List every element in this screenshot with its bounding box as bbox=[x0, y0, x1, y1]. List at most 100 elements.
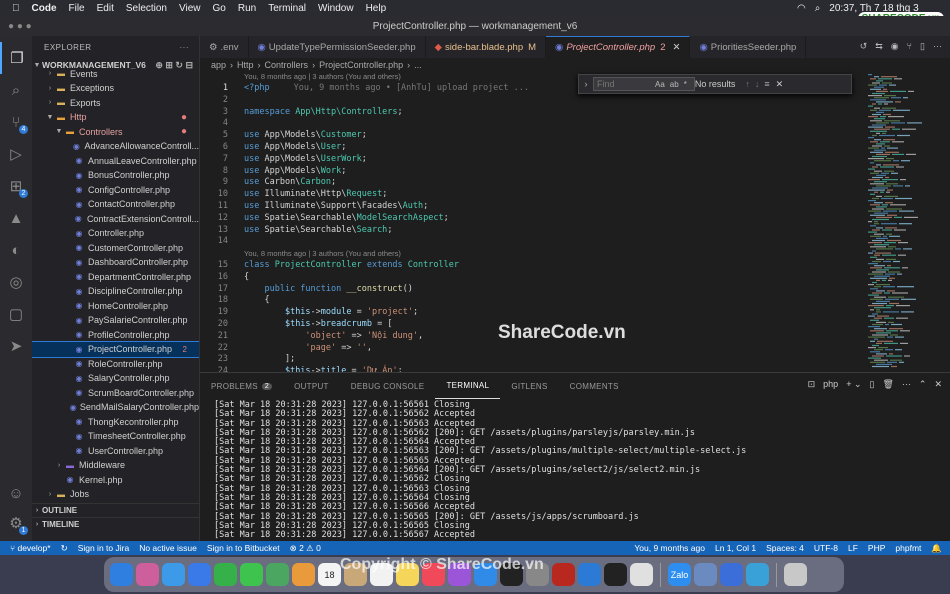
menu-run[interactable]: Run bbox=[238, 3, 256, 14]
blame-class-hint[interactable]: You, 8 months ago | 3 authors (You and o… bbox=[244, 249, 401, 258]
code-line[interactable]: public function __construct() bbox=[244, 284, 412, 294]
close-panel-icon[interactable]: ✕ bbox=[934, 379, 942, 390]
cursor-position[interactable]: Ln 1, Col 1 bbox=[715, 543, 756, 553]
folder-item[interactable]: ▼ ▬ Controllers ● bbox=[32, 125, 199, 140]
breadcrumb-item[interactable]: ProjectController.php bbox=[319, 60, 403, 70]
account-icon[interactable]: ☺ bbox=[0, 477, 32, 509]
menu-selection[interactable]: Selection bbox=[126, 3, 167, 14]
code-line[interactable]: use App\Models\Customer; bbox=[244, 130, 367, 140]
trash-icon[interactable] bbox=[784, 563, 807, 586]
more-actions-icon[interactable]: ··· bbox=[180, 43, 190, 52]
history-icon[interactable]: ↺ bbox=[860, 41, 868, 52]
app-menu-code[interactable]: Code bbox=[32, 3, 57, 14]
code-line[interactable]: namespace App\Http\Controllers; bbox=[244, 107, 403, 117]
minimap[interactable] bbox=[866, 72, 942, 372]
split-terminal-icon[interactable]: ▯ bbox=[870, 379, 875, 390]
chrome-icon[interactable] bbox=[630, 563, 653, 586]
formatter-status[interactable]: phpfmt bbox=[895, 543, 921, 553]
editor-tab[interactable]: ⚙ .env bbox=[200, 36, 249, 58]
language-status[interactable]: PHP bbox=[868, 543, 885, 553]
panel-tab-comments[interactable]: COMMENTS bbox=[559, 373, 630, 399]
more-actions-icon[interactable]: ··· bbox=[902, 379, 911, 390]
manage-gear-icon[interactable]: ⚙ 1 bbox=[0, 507, 32, 539]
issue-status[interactable]: No active issue bbox=[139, 543, 197, 553]
source-control-icon[interactable]: ⑂ 4 bbox=[0, 106, 32, 138]
folder-item[interactable]: › ▬ Exports bbox=[32, 96, 199, 111]
folder-item[interactable]: › ▬ Events bbox=[32, 67, 199, 82]
safari-icon[interactable] bbox=[162, 563, 185, 586]
git-branch-icon[interactable]: ⑂ bbox=[907, 41, 912, 52]
filezilla-icon[interactable] bbox=[552, 563, 575, 586]
encoding-status[interactable]: UTF-8 bbox=[814, 543, 838, 553]
match-case-icon[interactable]: Aa bbox=[655, 80, 665, 89]
file-item[interactable]: ◉ DepartmentController.php bbox=[32, 270, 199, 285]
preview-icon[interactable] bbox=[694, 563, 717, 586]
wifi-icon[interactable]: ◠ bbox=[797, 3, 806, 14]
editor-tab[interactable]: ◆ side-bar.blade.php M bbox=[426, 36, 547, 58]
menu-help[interactable]: Help bbox=[366, 3, 387, 14]
jira-status[interactable]: Sign in to Jira bbox=[78, 543, 130, 553]
close-tab-icon[interactable]: ✕ bbox=[673, 42, 681, 53]
apple-icon[interactable]:  bbox=[12, 3, 20, 14]
code-line[interactable]: $this->breadcrumb = [ bbox=[244, 319, 393, 329]
explorer-icon[interactable]: ❐ bbox=[0, 42, 32, 74]
file-item[interactable]: ◉ ConfigController.php bbox=[32, 183, 199, 198]
file-item[interactable]: ◉ RoleController.php bbox=[32, 357, 199, 372]
code-line[interactable]: use Spatie\Searchable\ModelSearchAspect; bbox=[244, 213, 449, 223]
more-actions-icon[interactable]: ··· bbox=[933, 41, 942, 52]
editor-tab[interactable]: ◉ UpdateTypePermissionSeeder.php bbox=[249, 36, 426, 58]
code-line[interactable]: use App\Models\UserWork; bbox=[244, 154, 367, 164]
close-icon[interactable]: ✕ bbox=[776, 79, 784, 90]
chevron-right-icon[interactable]: › bbox=[579, 79, 593, 89]
arrow-up-icon[interactable]: ↑ bbox=[745, 79, 750, 89]
file-item[interactable]: ◉ AnnualLeaveController.php bbox=[32, 154, 199, 169]
find-in-selection-icon[interactable]: ≡ bbox=[764, 79, 769, 89]
code-line[interactable]: use App\Models\User; bbox=[244, 142, 346, 152]
terminal-shell-icon[interactable]: ⊡ bbox=[808, 379, 816, 390]
code-line[interactable]: 'page' => '', bbox=[244, 343, 372, 353]
file-item[interactable]: ◉ ScrumBoardController.php bbox=[32, 386, 199, 401]
file-item[interactable]: ◉ HomeController.php bbox=[32, 299, 199, 314]
run-debug-icon[interactable]: ▷ bbox=[0, 138, 32, 170]
search-icon[interactable]: ⌕ bbox=[0, 74, 32, 106]
code-line[interactable]: use Illuminate\Http\Request; bbox=[244, 189, 387, 199]
compare-icon[interactable]: ⇆ bbox=[875, 41, 883, 52]
panel-tab-gitlens[interactable]: GITLENS bbox=[500, 373, 558, 399]
timeline-section[interactable]: › TIMELINE bbox=[32, 517, 199, 532]
code-line[interactable]: use Carbon\Carbon; bbox=[244, 177, 336, 187]
code-line[interactable]: 'object' => 'Nội dung', bbox=[244, 331, 423, 341]
messages-icon[interactable] bbox=[240, 563, 263, 586]
code-line[interactable]: use App\Models\Work; bbox=[244, 166, 346, 176]
menu-file[interactable]: File bbox=[69, 3, 85, 14]
panel-tab-output[interactable]: OUTPUT bbox=[283, 373, 340, 399]
calendar-icon[interactable]: 18 bbox=[318, 563, 341, 586]
menu-window[interactable]: Window bbox=[318, 3, 354, 14]
window-controls-icon[interactable]: ● ● ● bbox=[8, 21, 32, 32]
azure-icon[interactable]: ▲ bbox=[0, 202, 32, 234]
terminal-shell-label[interactable]: php bbox=[823, 379, 838, 390]
file-item[interactable]: ◉ PaySalarieController.php bbox=[32, 313, 199, 328]
breadcrumb-item[interactable]: Controllers bbox=[265, 60, 309, 70]
breadcrumb-item[interactable]: Http bbox=[237, 60, 254, 70]
file-item[interactable]: ◉ UserController.php bbox=[32, 444, 199, 459]
file-item[interactable]: ◉ Controller.php bbox=[32, 226, 199, 241]
editor-tab[interactable]: ◉ ProjectController.php 2 ✕ bbox=[546, 36, 691, 58]
problems-status[interactable]: ⊗ 2 ⚠ 0 bbox=[290, 543, 321, 554]
finder-icon[interactable] bbox=[110, 563, 133, 586]
whole-word-icon[interactable]: ab bbox=[670, 80, 679, 89]
terminal-icon[interactable] bbox=[604, 563, 627, 586]
menu-view[interactable]: View bbox=[179, 3, 201, 14]
file-item[interactable]: ◉ Kernel.php bbox=[32, 473, 199, 488]
github-icon[interactable]: ◎ bbox=[0, 266, 32, 298]
vscode-icon[interactable] bbox=[578, 563, 601, 586]
breadcrumb-item[interactable]: app bbox=[211, 60, 226, 70]
editor-tab[interactable]: ◉ PrioritiesSeeder.php bbox=[690, 36, 807, 58]
eol-status[interactable]: LF bbox=[848, 543, 858, 553]
code-line[interactable]: ]; bbox=[244, 354, 295, 364]
remote-icon[interactable] bbox=[720, 563, 743, 586]
remote-explorer-icon[interactable]: ▢ bbox=[0, 298, 32, 330]
notifications-icon[interactable]: 🔔 bbox=[931, 543, 942, 554]
file-item[interactable]: ◉ ProjectController.php 2 bbox=[32, 341, 199, 358]
panel-tab-terminal[interactable]: TERMINAL bbox=[435, 373, 501, 399]
code-line[interactable]: <?php You, 9 months ago • [AnhTu] upload … bbox=[244, 83, 529, 93]
